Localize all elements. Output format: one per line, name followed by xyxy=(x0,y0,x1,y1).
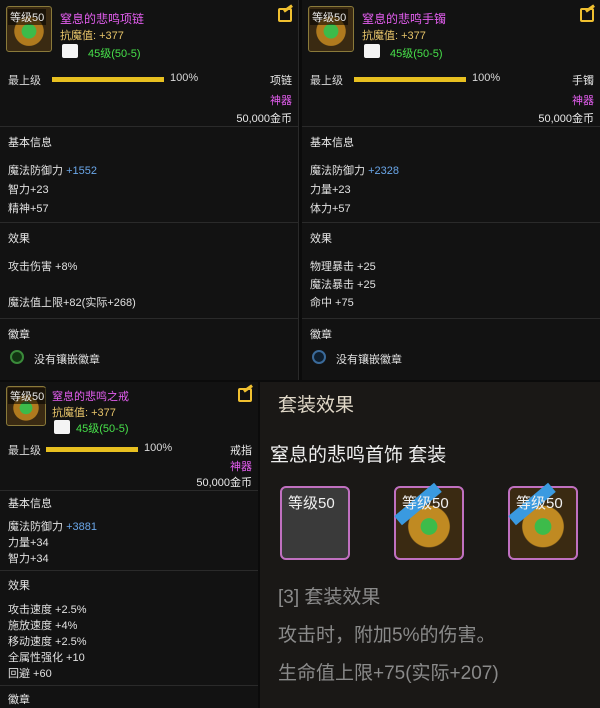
item-rarity: 神器 xyxy=(270,95,292,107)
top-level-label: 最上级 xyxy=(8,75,41,87)
stat-line: 魔法防御力 +1552 xyxy=(8,165,97,177)
tooltip-header: 等级50 窒息的悲鸣项链 抗魔值: +377 45级(50-5) xyxy=(0,0,298,70)
effect-line: 回避 +60 xyxy=(8,668,52,680)
item-level-label: 等级50 xyxy=(8,388,47,404)
stat-line: 力量+23 xyxy=(310,184,351,196)
item-type: 项链 xyxy=(270,75,292,87)
section-effect: 效果 xyxy=(8,580,30,592)
item-name: 窒息的悲鸣之戒 xyxy=(52,391,129,403)
tooltip-header: 等级50 窒息的悲鸣手镯 抗魔值: +377 45级(50-5) xyxy=(302,0,600,70)
divider xyxy=(302,126,600,127)
item-gem-level: 45级(50-5) xyxy=(76,423,129,435)
edit-icon[interactable] xyxy=(278,8,292,22)
stat-line: 智力+34 xyxy=(8,553,49,565)
effect-line: 物理暴击 +25 xyxy=(310,261,376,273)
tooltip-header: 等级50 窒息的悲鸣之戒 抗魔值: +377 45级(50-5) xyxy=(0,382,258,438)
item-gem-level: 45级(50-5) xyxy=(88,48,141,60)
stat-line: 精神+57 xyxy=(8,203,49,215)
section-emblem: 徽章 xyxy=(310,329,332,341)
effect-line: 施放速度 +4% xyxy=(8,620,78,632)
item-type: 戒指 xyxy=(230,445,252,457)
effect-line: 移动速度 +2.5% xyxy=(8,636,87,648)
section-effect: 效果 xyxy=(310,233,332,245)
effect-line: 魔法暴击 +25 xyxy=(310,279,376,291)
emblem-slot-icon xyxy=(10,350,24,364)
stat-line: 力量+34 xyxy=(8,537,49,549)
section-emblem: 徽章 xyxy=(8,329,30,341)
item-rarity: 神器 xyxy=(230,461,252,473)
set-name: 窒息的悲鸣首饰 套装 xyxy=(270,445,447,466)
stat-line: 智力+23 xyxy=(8,184,49,196)
item-price: 50,000金币 xyxy=(538,113,594,125)
set-effect-title: 套装效果 xyxy=(278,395,355,416)
top-level-percent: 100% xyxy=(170,72,199,84)
top-level-bar xyxy=(52,77,164,82)
divider xyxy=(0,490,258,491)
section-basic-info: 基本信息 xyxy=(8,498,52,510)
item-main-attr: 抗魔值: +377 xyxy=(362,30,426,42)
divider xyxy=(302,222,600,223)
emblem-text: 没有镶嵌徽章 xyxy=(34,354,100,366)
section-effect: 效果 xyxy=(8,233,30,245)
item-type: 手镯 xyxy=(572,75,594,87)
set-item-level: 等级50 xyxy=(288,495,335,512)
stat-line: 魔法防御力 +3881 xyxy=(8,521,97,533)
item-gem-level: 45级(50-5) xyxy=(390,48,443,60)
set-effect-header: [3] 套装效果 xyxy=(278,587,381,608)
stat-line: 体力+57 xyxy=(310,203,351,215)
section-basic-info: 基本信息 xyxy=(310,137,354,149)
divider xyxy=(0,685,258,686)
divider xyxy=(0,222,298,223)
item-main-attr: 抗魔值: +377 xyxy=(52,407,116,419)
divider xyxy=(0,318,298,319)
gem-icon xyxy=(62,44,78,58)
top-level-label: 最上级 xyxy=(310,75,343,87)
emblem-text: 没有镶嵌徽章 xyxy=(336,354,402,366)
item-name: 窒息的悲鸣项链 xyxy=(60,12,145,26)
set-item-level: 等级50 xyxy=(516,495,563,512)
set-item-icon-necklace[interactable]: 等级50 xyxy=(280,486,350,560)
emblem-slot-icon xyxy=(312,350,326,364)
top-level-percent: 100% xyxy=(472,72,501,84)
item-level-label: 等级50 xyxy=(8,9,47,25)
top-level-label: 最上级 xyxy=(8,445,41,457)
edit-icon[interactable] xyxy=(238,388,252,402)
item-tooltip-bracelet: 等级50 窒息的悲鸣手镯 抗魔值: +377 45级(50-5) 最上级 100… xyxy=(302,0,600,380)
set-effect-line: 生命值上限+75(实际+207) xyxy=(278,663,499,684)
item-rarity: 神器 xyxy=(572,95,594,107)
effect-line: 全属性强化 +10 xyxy=(8,652,85,664)
edit-icon[interactable] xyxy=(580,8,594,22)
section-basic-info: 基本信息 xyxy=(8,137,52,149)
top-level-row: 最上级 100% 戒指 xyxy=(0,438,258,458)
effect-line: 攻击速度 +2.5% xyxy=(8,604,87,616)
stat-line: 魔法防御力 +2328 xyxy=(310,165,399,177)
effect-line: 命中 +75 xyxy=(310,297,354,309)
top-level-percent: 100% xyxy=(144,442,173,454)
item-price: 50,000金币 xyxy=(196,477,252,489)
gem-icon xyxy=(364,44,380,58)
set-item-icon-ring[interactable]: 等级50 xyxy=(508,482,578,560)
effect-line: 攻击伤害 +8% xyxy=(8,261,78,273)
divider xyxy=(0,126,298,127)
set-effect-line: 攻击时，附加5%的伤害。 xyxy=(278,625,496,646)
set-item-icon-bracelet[interactable]: 等级50 xyxy=(394,482,464,560)
divider xyxy=(0,570,258,571)
divider xyxy=(302,318,600,319)
top-level-row: 最上级 100% 项链 xyxy=(0,70,298,90)
top-level-bar xyxy=(46,447,138,452)
top-level-bar xyxy=(354,77,466,82)
set-effect-panel: 套装效果 窒息的悲鸣首饰 套装 等级50 等级50 等级50 [3] 套装效果 … xyxy=(260,382,600,708)
effect-line: 魔法值上限+82(实际+268) xyxy=(8,297,136,309)
item-name: 窒息的悲鸣手镯 xyxy=(362,12,447,26)
item-level-label: 等级50 xyxy=(310,9,349,25)
item-price: 50,000金币 xyxy=(236,113,292,125)
item-tooltip-ring: 等级50 窒息的悲鸣之戒 抗魔值: +377 45级(50-5) 最上级 100… xyxy=(0,382,258,708)
item-tooltip-necklace: 等级50 窒息的悲鸣项链 抗魔值: +377 45级(50-5) 最上级 100… xyxy=(0,0,299,380)
set-item-level: 等级50 xyxy=(402,495,449,512)
item-main-attr: 抗魔值: +377 xyxy=(60,30,124,42)
top-level-row: 最上级 100% 手镯 xyxy=(302,70,600,90)
gem-icon xyxy=(54,420,70,434)
section-emblem: 徽章 xyxy=(8,694,30,706)
